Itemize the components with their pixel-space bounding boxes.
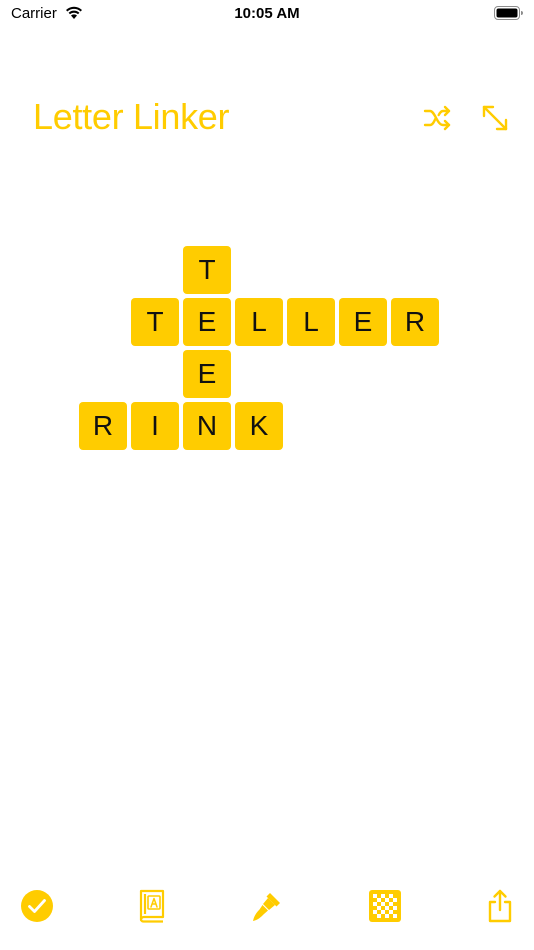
letter-tile[interactable]: E [183, 350, 231, 398]
battery-icon [494, 6, 524, 26]
dictionary-button[interactable] [130, 884, 174, 928]
board-style-button[interactable] [363, 884, 407, 928]
paintbrush-icon [253, 893, 280, 921]
status-bar: Carrier 10:05 AM [0, 0, 534, 30]
dictionary-icon [139, 889, 165, 923]
check-circle-icon [21, 890, 53, 922]
letter-tile[interactable]: T [131, 298, 179, 346]
letter-tile[interactable]: R [391, 298, 439, 346]
letter-tile[interactable]: I [131, 402, 179, 450]
expand-icon [482, 105, 508, 131]
word-board: TTELLERERINK [0, 0, 534, 950]
letter-tile[interactable]: L [287, 298, 335, 346]
theme-button[interactable] [245, 884, 289, 928]
shuffle-icon [423, 105, 451, 131]
letter-tile[interactable]: L [235, 298, 283, 346]
letter-tile[interactable]: K [235, 402, 283, 450]
share-icon [488, 889, 512, 923]
tab-bar [0, 878, 534, 934]
letter-tile[interactable]: R [79, 402, 127, 450]
status-time: 10:05 AM [234, 5, 300, 22]
letter-tile[interactable]: N [183, 402, 231, 450]
check-button[interactable] [15, 884, 59, 928]
letter-tile[interactable]: E [183, 298, 231, 346]
expand-button[interactable] [477, 100, 513, 136]
letter-tile[interactable]: E [339, 298, 387, 346]
share-button[interactable] [478, 884, 522, 928]
letter-tile[interactable]: T [183, 246, 231, 294]
page-title: Letter Linker [33, 96, 230, 137]
checkerboard-icon [369, 890, 401, 922]
shuffle-button[interactable] [420, 100, 456, 136]
